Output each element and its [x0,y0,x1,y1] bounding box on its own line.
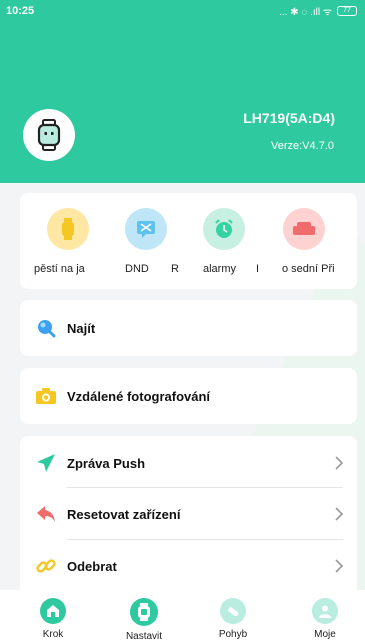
tab-krok[interactable]: Krok [23,598,83,640]
device-settings-icon [130,598,158,626]
remote-photo-card: Vzdálené fotografování [20,368,357,424]
quick-action-icon-bg [125,208,167,250]
quick-action-dnd[interactable] [116,208,176,250]
quick-action-label: pěstí na ja [34,263,85,275]
push-message-label: Zpráva Push [67,455,146,471]
tab-label: Pohyb [218,629,248,640]
remote-photo-label: Vzdálené fotografování [67,388,211,404]
quick-action-sedentary[interactable] [274,208,334,250]
link-icon [36,556,56,576]
device-avatar[interactable] [23,109,75,161]
find-device-card: Najít [20,300,357,356]
tab-label: Moje [314,629,336,640]
tab-nastavit[interactable]: Nastavit [114,598,174,642]
status-bar: 10:25 ... ✱ ◌ .ıll ᯤ 77 [0,0,365,22]
home-icon [40,598,66,624]
unbind-label: Odebrat [67,558,117,574]
sofa-icon [293,222,315,235]
tab-moje[interactable]: Moje [295,598,355,640]
reset-arrow-icon [36,504,56,524]
device-name: LH719(5A:D4) [243,110,335,126]
find-device-label: Najít [67,320,96,336]
quick-action-label: I [256,263,260,275]
smartwatch-icon [37,119,61,151]
reset-device-row[interactable]: Resetovat zařízení [20,489,357,539]
firmware-version: Verze:V4.7.0 [271,140,334,152]
quick-action-label: o sední Při [282,263,335,275]
chevron-right-icon [335,507,343,521]
user-profile-icon [312,598,338,624]
find-device-row[interactable]: Najít [20,303,357,353]
watch-icon [62,218,74,240]
quick-action-label: DND [125,263,149,275]
quick-action-icon-bg [203,208,245,250]
reset-device-label: Resetovat zařízení [67,506,181,522]
unbind-row[interactable]: Odebrat [20,541,357,591]
alarm-clock-icon [215,219,233,238]
status-indicators: ... ✱ ◌ .ıll ᯤ [279,7,332,18]
quick-action-alarms[interactable] [194,208,254,250]
battery-icon: 77 [337,6,357,16]
status-icons: ... ✱ ◌ .ıll ᯤ 77 [279,4,357,18]
quick-action-label: alarmy [203,263,237,275]
settings-list-card: Zpráva Push Resetovat zařízení Odebrat [20,436,357,596]
remote-photo-row[interactable]: Vzdálené fotografování [20,371,357,421]
dnd-icon [137,221,155,238]
quick-action-icon-bg [47,208,89,250]
chevron-right-icon [335,456,343,470]
divider [67,539,343,540]
tab-label: Nastavit [125,631,163,642]
bottom-tab-bar: Krok Nastavit Pohyb Moje [0,590,365,644]
tab-pohyb[interactable]: Pohyb [203,598,263,640]
quick-action-icon-bg [283,208,325,250]
sport-icon [220,598,246,624]
send-icon [36,453,56,473]
divider [67,487,343,488]
status-time: 10:25 [6,5,35,17]
device-header: 10:25 ... ✱ ◌ .ıll ᯤ 77 LH719(5A:D4) Ver… [0,0,365,183]
camera-icon [36,386,56,406]
push-message-row[interactable]: Zpráva Push [20,438,357,488]
quick-action-raise-wrist[interactable] [38,208,98,250]
quick-actions-card: pěstí na ja DND R alarmy I o sední Při [20,193,357,289]
chevron-right-icon [335,559,343,573]
search-icon [36,318,56,338]
quick-action-label: R [171,263,179,275]
tab-label: Krok [42,629,64,640]
